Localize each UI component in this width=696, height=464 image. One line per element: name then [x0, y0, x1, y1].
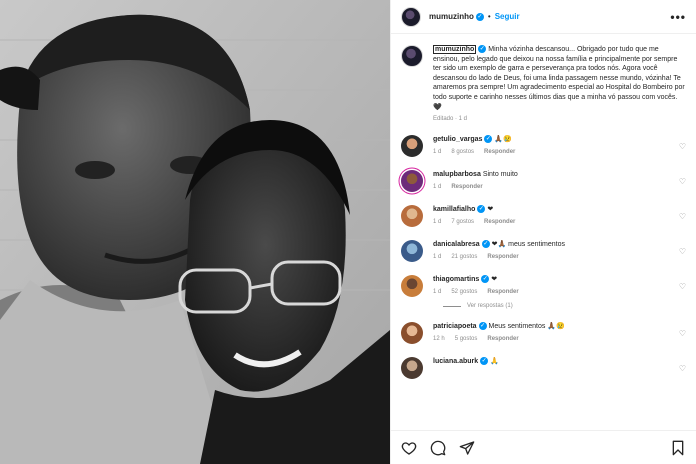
commenter-avatar[interactable]: [401, 240, 423, 263]
comment-item: danicalabresa ✓ ❤🙏🏾 meus sentimentos 1 d 21…: [401, 240, 686, 263]
post-caption: mumuzinho ✓ Minha vózinha descansou... Ob…: [401, 45, 686, 122]
commenter-username[interactable]: danicalabresa: [433, 241, 480, 248]
comment-item: getulio_vargas ✓ 🙏🏾😢 1 d 8 gostos Responder ♡: [401, 135, 686, 158]
comment-text-line: thiagomartins ✓ ❤: [433, 275, 519, 284]
comment-likes[interactable]: 52 gostos: [451, 289, 477, 295]
comment-time: 1 d: [433, 254, 442, 261]
post-header: mumuzinho ✓ • Seguir •••: [391, 0, 696, 34]
action-bar: [391, 430, 696, 464]
comment-icon[interactable]: [430, 440, 446, 456]
separator-dot: •: [487, 12, 491, 21]
heart-icon[interactable]: [401, 440, 417, 456]
comment-text: 🙏: [490, 358, 499, 366]
commenter-avatar[interactable]: [401, 135, 423, 158]
comment-text: 🙏🏾😢: [494, 136, 512, 144]
commenter-username[interactable]: luciana.aburk: [433, 358, 478, 365]
caption-avatar[interactable]: [401, 45, 423, 67]
view-replies-line: [443, 305, 461, 307]
comment-like-icon[interactable]: ♡: [679, 364, 686, 373]
comment-text: ❤: [487, 206, 494, 214]
post-photo-image: [0, 0, 390, 464]
commenter-avatar[interactable]: [401, 357, 423, 380]
comment-time: 12 h: [433, 336, 445, 343]
comment-list: getulio_vargas ✓ 🙏🏾😢 1 d8 gostos Responder ♡…: [401, 135, 686, 380]
commenter-avatar[interactable]: [401, 205, 423, 228]
comment-like-icon[interactable]: ♡: [679, 247, 686, 256]
reply-button[interactable]: Responder: [487, 289, 518, 295]
reply-button[interactable]: Responder: [484, 219, 515, 225]
comment-like-icon[interactable]: ♡: [679, 329, 686, 338]
comment-text-line: patriciapoeta ✓ Meus sentimentos 🙏🏾😢: [433, 322, 565, 331]
comment-text: Sinto muito: [482, 171, 518, 179]
comment-likes[interactable]: 7 gostos: [451, 219, 474, 225]
comment-text-line: luciana.aburk ✓ 🙏: [433, 357, 499, 366]
comment-text: ❤🙏🏾 meus sentimentos: [491, 241, 565, 249]
comment-text-line: danicalabresa ✓ ❤🙏🏾 meus sentimentos: [433, 240, 565, 249]
comment-item: kamillafialho ✓ ❤ 1 d 7 gostos Responder ♡: [401, 205, 686, 228]
reply-button[interactable]: Responder: [487, 254, 518, 260]
post-panel: mumuzinho ✓ • Seguir ••• mumuzinho ✓ Minh…: [390, 0, 696, 464]
caption-body: mumuzinho ✓ Minha vózinha descansou... Ob…: [433, 45, 686, 112]
commenter-username[interactable]: malupbarbosa: [433, 171, 481, 178]
caption-meta: Editado · 1 d: [433, 116, 468, 123]
comment-time: 1 d: [433, 184, 442, 191]
comment-item: patriciapoeta ✓ Meus sentimentos 🙏🏾😢 12 h 5…: [401, 322, 686, 345]
reply-button[interactable]: Responder: [484, 149, 515, 155]
verified-icon: ✓: [477, 205, 486, 214]
comment-item: malupbarbosa Sinto muito 1 d Responder ♡: [401, 170, 686, 193]
comment-text-line: malupbarbosa Sinto muito: [433, 170, 518, 179]
comment-text: ❤: [491, 276, 498, 284]
comment-time: 1 d: [433, 149, 442, 156]
comment-text: Meus sentimentos 🙏🏾😢: [488, 323, 565, 331]
comment-meta-row: 1 d 52 gostos Responder: [433, 289, 519, 295]
comment-time: 1 d: [433, 289, 442, 296]
comment-item: luciana.aburk ✓ 🙏 ♡: [401, 357, 686, 380]
comment-likes[interactable]: 5 gostos: [455, 336, 478, 342]
verified-icon: ✓: [481, 240, 490, 249]
comment-like-icon[interactable]: ♡: [679, 142, 686, 151]
view-replies-label: Ver respostas (1): [467, 303, 513, 310]
comment-meta-row: 1 d Responder: [433, 184, 518, 190]
comments-scroll[interactable]: mumuzinho ✓ Minha vózinha descansou... Ob…: [391, 35, 696, 430]
commenter-username[interactable]: kamillafialho: [433, 206, 475, 213]
comment-like-icon[interactable]: ♡: [679, 212, 686, 221]
comment-meta-row: 1 d 21 gostos Responder: [433, 254, 565, 260]
commenter-avatar[interactable]: [401, 275, 423, 298]
commenter-username[interactable]: patriciapoeta: [433, 323, 477, 330]
commenter-avatar[interactable]: [401, 170, 423, 193]
comment-meta-row: 1 d 7 gostos Responder: [433, 219, 515, 225]
comment-time: 1 d: [433, 219, 442, 226]
bookmark-icon[interactable]: [670, 440, 686, 456]
commenter-username[interactable]: getulio_vargas: [433, 136, 482, 143]
caption-author[interactable]: mumuzinho: [433, 45, 477, 54]
comment-meta-row: 12 h 5 gostos Responder: [433, 336, 565, 342]
view-replies-link[interactable]: Ver respostas (1): [443, 303, 686, 309]
more-options-icon[interactable]: •••: [670, 10, 686, 24]
verified-icon: ✓: [478, 322, 487, 331]
comment-text-line: getulio_vargas ✓ 🙏🏾😢: [433, 135, 515, 144]
author-avatar[interactable]: [401, 6, 421, 27]
follow-button[interactable]: Seguir: [495, 12, 520, 21]
verified-icon: ✓: [475, 12, 484, 21]
verified-icon: ✓: [478, 45, 487, 54]
verified-icon: ✓: [484, 135, 493, 144]
verified-icon: ✓: [481, 275, 490, 284]
author-username[interactable]: mumuzinho: [429, 12, 474, 21]
comment-item: thiagomartins ✓ ❤ 1 d 52 gostos Responder ♡: [401, 275, 686, 298]
reply-button[interactable]: Responder: [451, 184, 482, 190]
comment-like-icon[interactable]: ♡: [679, 282, 686, 291]
post-photo[interactable]: [0, 0, 390, 464]
reply-button[interactable]: Responder: [487, 336, 518, 342]
comment-likes[interactable]: 21 gostos: [451, 254, 477, 260]
caption-text: Minha vózinha descansou... Obrigado por …: [433, 46, 685, 111]
verified-icon: ✓: [480, 357, 489, 366]
comment-meta-row: 1 d 8 gostos Responder: [433, 149, 515, 155]
comment-likes[interactable]: 8 gostos: [451, 149, 474, 155]
comment-text-line: kamillafialho ✓ ❤: [433, 205, 515, 214]
commenter-avatar[interactable]: [401, 322, 423, 345]
share-icon[interactable]: [459, 440, 475, 456]
commenter-username[interactable]: thiagomartins: [433, 276, 479, 283]
comment-like-icon[interactable]: ♡: [679, 177, 686, 186]
